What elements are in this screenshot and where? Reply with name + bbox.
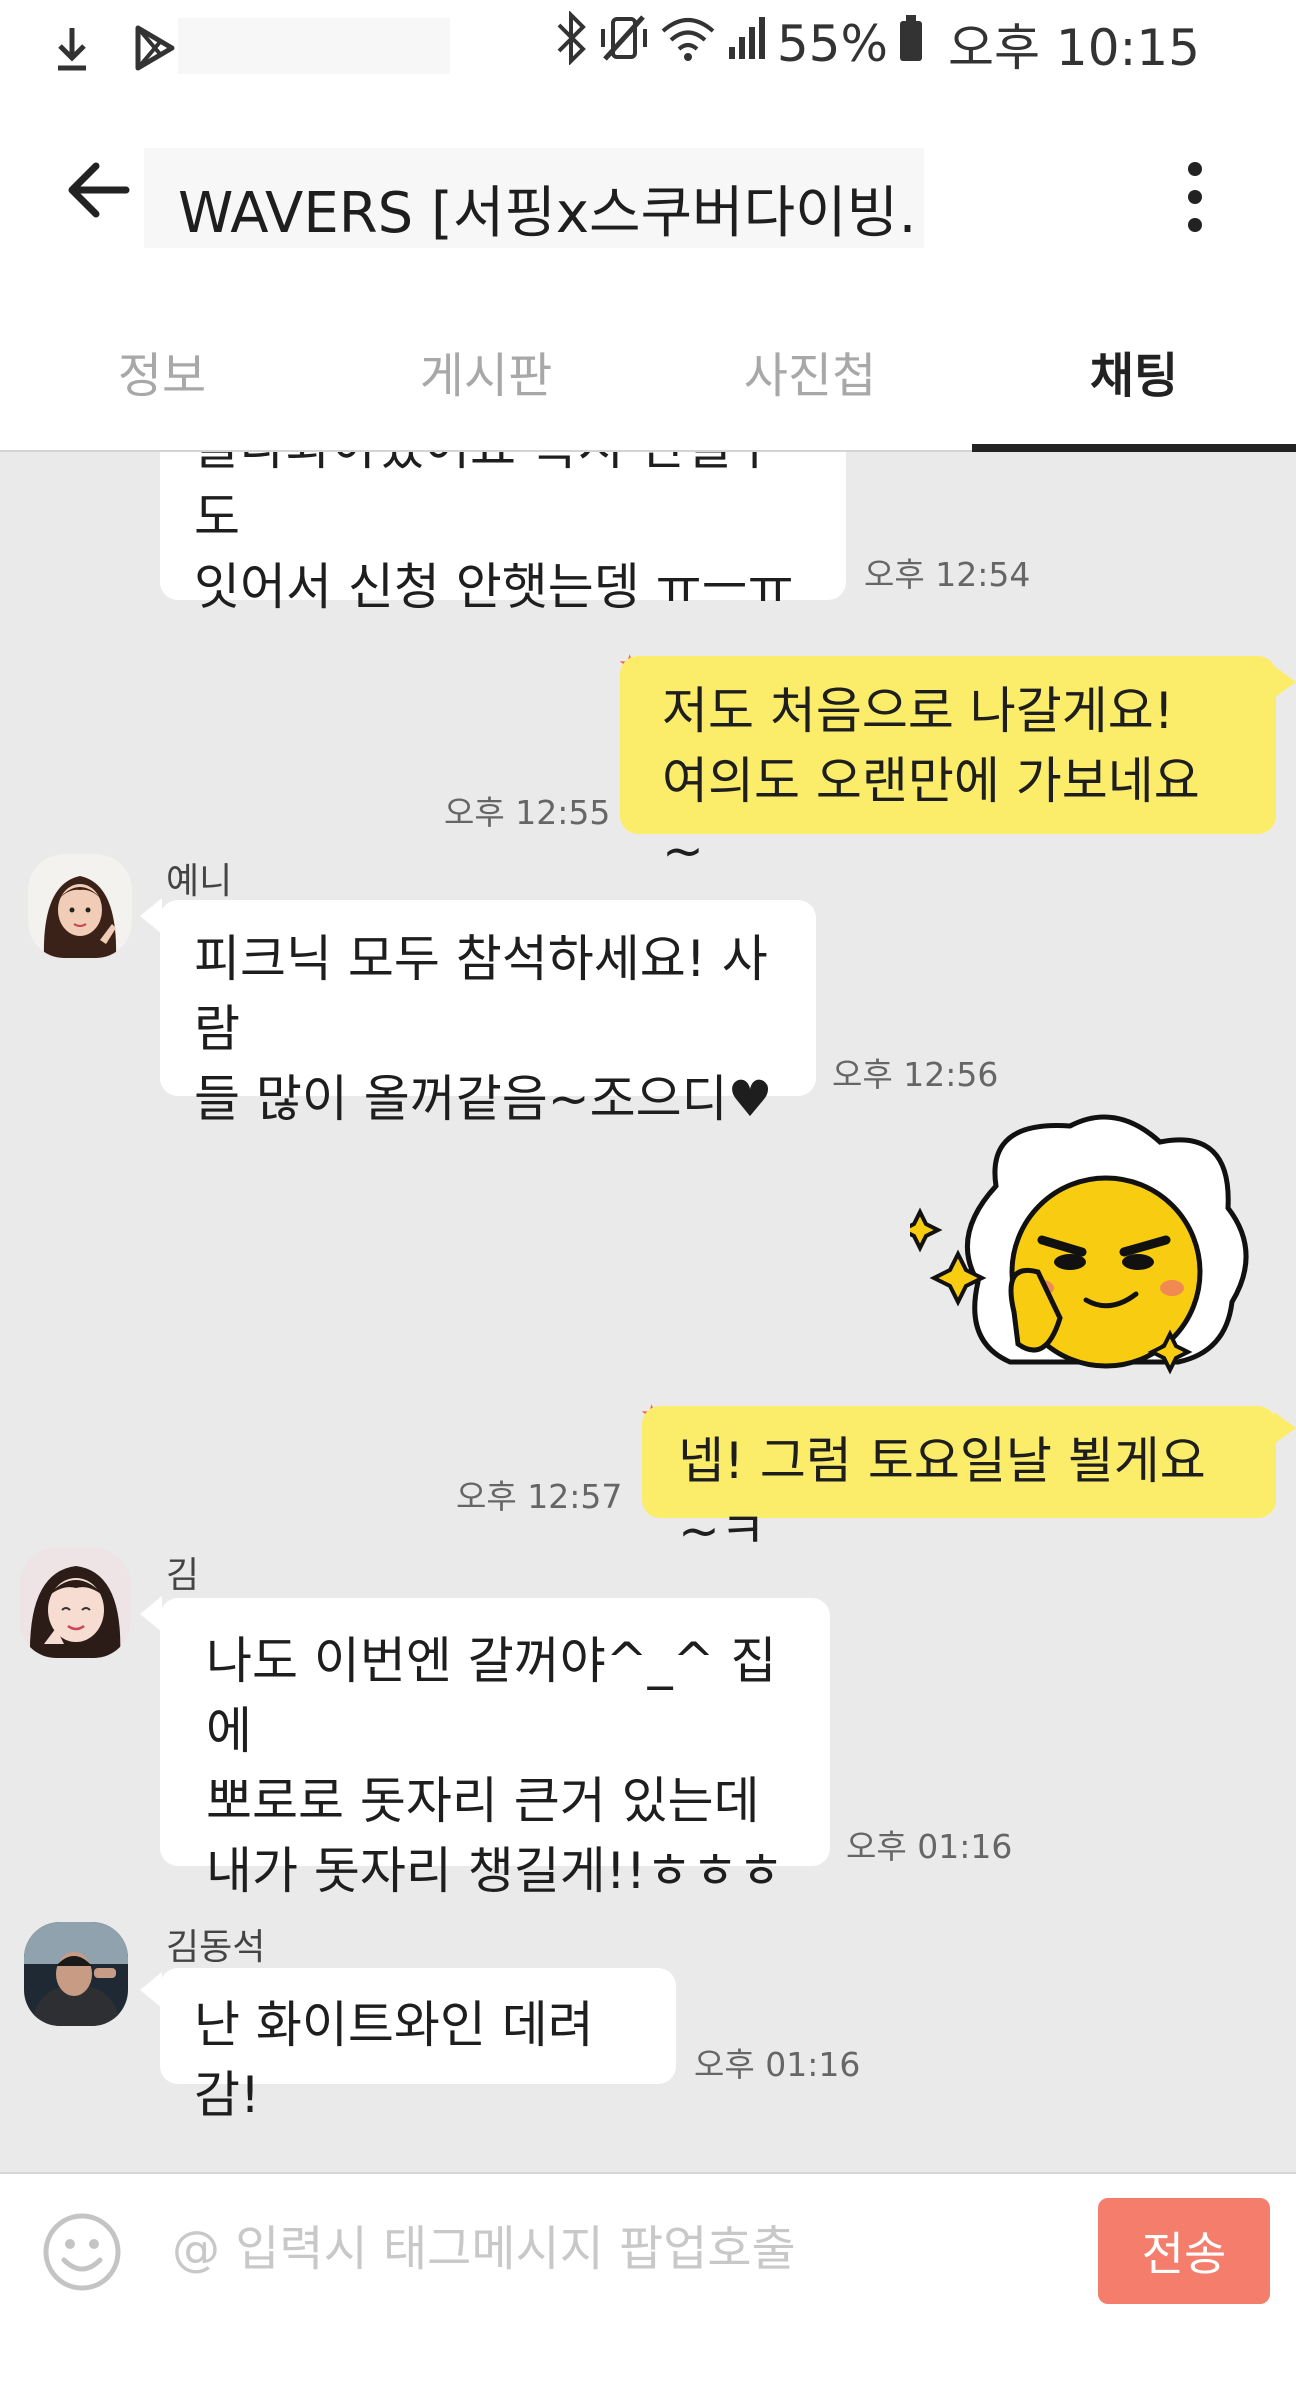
message-bubble-incoming[interactable]: 올라와야겠어요 혹시 안될수도 잇어서 신청 안햇는뎅 ㅠㅡㅠ [160,452,846,616]
status-bar-notifications [48,18,178,82]
tab-photos[interactable]: 사진첩 [648,290,972,452]
chat-message-list[interactable]: 올라와야겠어요 혹시 안될수도 잇어서 신청 안햇는뎅 ㅠㅡㅠ 오후 12:54… [0,452,1296,2172]
battery-percent: 55% [776,15,888,73]
message-bubble-incoming[interactable]: 난 화이트와인 데려감! [160,1968,676,2124]
message-input-bar: 전송 [0,2172,1296,2400]
bubble-tail [140,1596,162,1632]
sticker-image[interactable] [897,1112,1270,1402]
message-bubble-outgoing[interactable]: 저도 처음으로 나갈게요! 여의도 오랜만에 가보네요~ [620,656,1276,880]
message-time: 오후 01:16 [846,1827,1013,1866]
notification-placeholder [178,18,450,74]
vibrate-off-icon [599,11,649,77]
message-time: 오후 12:55 [444,793,611,832]
tab-info[interactable]: 정보 [0,290,324,452]
tab-board[interactable]: 게시판 [324,290,648,452]
bubble-tail [1274,1412,1296,1444]
bubble-tail [1274,666,1296,698]
status-bar-system: 55% 오후 10:15 [553,10,1200,77]
more-options-button[interactable] [1164,152,1224,242]
clock: 오후 10:15 [948,19,1200,77]
message-bubble-incoming[interactable]: 피크닉 모두 참석하세요! 사람 들 많이 올꺼같음~조으디♥ [160,900,816,1128]
tab-chat[interactable]: 채팅 [972,290,1296,452]
app-bar: WAVERS [서핑x스쿠버다이빙… [0,90,1296,290]
status-bar: 55% 오후 10:15 [0,0,1296,90]
smiley-icon [40,2213,124,2298]
avatar[interactable] [24,1922,128,2026]
tab-bar: 정보 게시판 사진첩 채팅 [0,290,1296,452]
sender-name: 예니 [166,861,233,902]
emoticon-button[interactable] [40,2210,124,2294]
sender-name: 김동석 [166,1927,266,1968]
message-bubble-incoming[interactable]: 나도 이번엔 갈꺼야^_^ 집에 뽀로로 돗자리 큰거 있는데 내가 돗자리 챙… [160,1598,830,1900]
message-time: 오후 12:56 [832,1055,999,1094]
message-time: 오후 01:16 [694,2045,861,2084]
bubble-tail [140,1972,162,2008]
avatar[interactable] [20,1548,130,1658]
message-bubble-outgoing[interactable]: 넵! 그럼 토요일날 뵐게요~ㅋ [642,1406,1276,1560]
signal-icon [727,11,767,77]
back-button[interactable] [60,150,140,230]
play-store-icon [130,18,178,82]
active-tab-indicator [972,444,1296,452]
sender-name: 김 [166,1555,200,1596]
battery-icon [898,11,924,77]
message-time: 오후 12:57 [456,1477,623,1516]
back-arrow-icon [60,162,140,234]
message-input[interactable] [170,2198,1074,2300]
send-button[interactable]: 전송 [1098,2198,1270,2304]
avatar[interactable] [28,854,132,958]
chat-room-title: WAVERS [서핑x스쿠버다이빙… [178,181,918,246]
bluetooth-icon [553,10,589,77]
bubble-tail [140,898,162,934]
message-time: 오후 12:54 [864,555,1031,594]
download-icon [48,18,96,82]
wifi-icon [659,11,717,77]
